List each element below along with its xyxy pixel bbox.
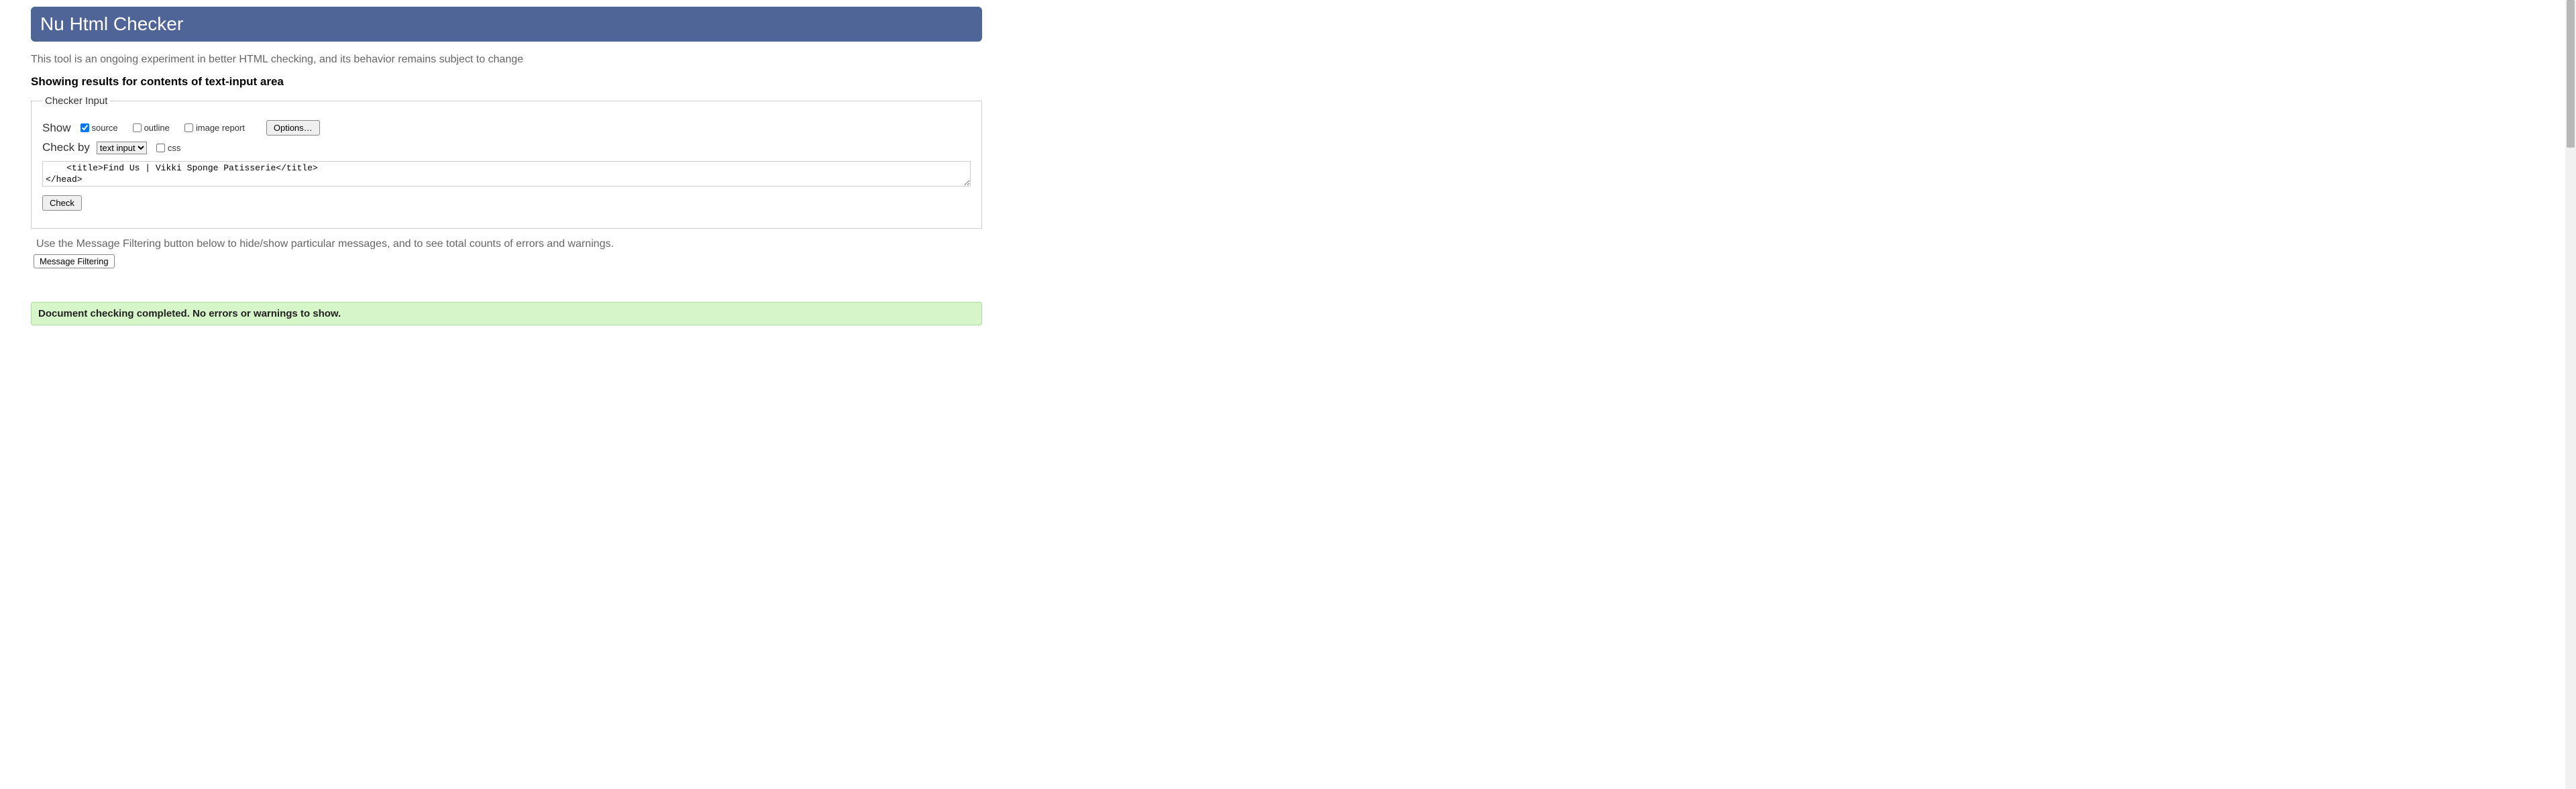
checker-input-fieldset: Checker Input Show source outline image … bbox=[31, 95, 982, 229]
page-scrollbar[interactable] bbox=[2565, 0, 2576, 789]
image-report-checkbox-wrap[interactable]: image report bbox=[182, 121, 245, 134]
check-button[interactable]: Check bbox=[42, 195, 82, 211]
outline-checkbox[interactable] bbox=[133, 123, 142, 132]
check-by-label: Check by bbox=[42, 141, 90, 154]
subtitle-text: This tool is an ongoing experiment in be… bbox=[31, 54, 982, 66]
check-by-select[interactable]: text input bbox=[97, 142, 147, 154]
source-checkbox-wrap[interactable]: source bbox=[78, 121, 118, 134]
css-checkbox[interactable] bbox=[156, 144, 165, 152]
scrollbar-thumb[interactable] bbox=[2567, 0, 2575, 148]
html-input-textarea[interactable] bbox=[42, 161, 971, 187]
source-checkbox[interactable] bbox=[80, 123, 89, 132]
options-button[interactable]: Options… bbox=[266, 120, 320, 136]
show-label: Show bbox=[42, 121, 71, 135]
outline-checkbox-wrap[interactable]: outline bbox=[130, 121, 170, 134]
outline-checkbox-label: outline bbox=[144, 123, 170, 133]
image-report-checkbox[interactable] bbox=[184, 123, 193, 132]
image-report-checkbox-label: image report bbox=[196, 123, 245, 133]
message-filtering-button[interactable]: Message Filtering bbox=[34, 254, 115, 268]
header-bar: Nu Html Checker bbox=[31, 7, 982, 42]
source-checkbox-label: source bbox=[92, 123, 118, 133]
css-checkbox-label: css bbox=[168, 143, 181, 153]
checker-legend: Checker Input bbox=[42, 95, 110, 107]
check-row: Check bbox=[42, 195, 971, 211]
show-row: Show source outline image report Options… bbox=[42, 120, 971, 136]
check-by-row: Check by text input css bbox=[42, 141, 971, 154]
results-heading: Showing results for contents of text-inp… bbox=[31, 75, 982, 89]
success-banner: Document checking completed. No errors o… bbox=[31, 302, 982, 325]
filter-hint: Use the Message Filtering button below t… bbox=[36, 238, 982, 250]
css-checkbox-wrap[interactable]: css bbox=[154, 142, 181, 154]
page-title: Nu Html Checker bbox=[40, 13, 973, 35]
